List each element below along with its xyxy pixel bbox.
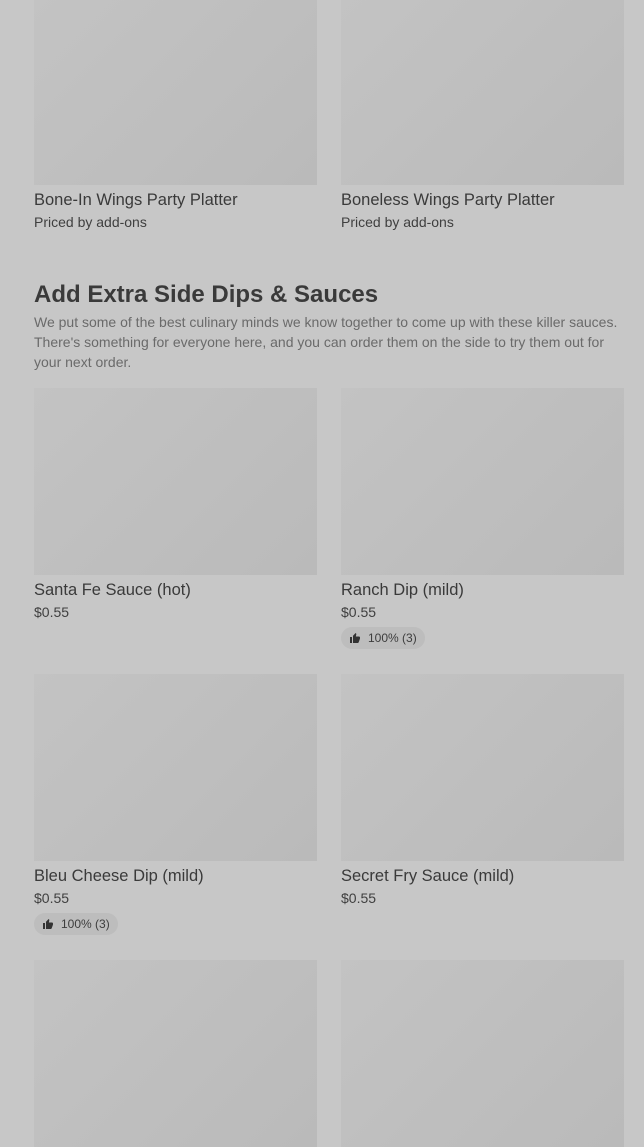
item-image [34,960,317,1147]
rating-text: 100% (3) [61,917,110,931]
platters-grid: Bone-In Wings Party Platter Priced by ad… [34,0,624,231]
menu-items-grid: Bleu Cheese Dip (mild) $0.55 100% (3) Se… [34,674,624,935]
thumbs-up-icon [43,919,53,929]
item-name: Bone-In Wings Party Platter [34,191,238,209]
menu-items-grid: Santa Fe Sauce (hot) $0.55 Ranch Dip (mi… [34,388,624,649]
menu-item-card[interactable]: Ranch Dip (mild) $0.55 100% (3) [341,388,624,649]
item-price: $0.55 [341,604,377,620]
rating-badge: 100% (3) [341,627,425,649]
menu-item-card[interactable]: Bleu Cheese Dip (mild) $0.55 100% (3) [34,674,317,935]
menu-items-grid [34,960,624,1147]
item-image [34,388,317,575]
menu-item-card[interactable]: Bone-In Wings Party Platter Priced by ad… [34,0,317,231]
section-description: We put some of the best culinary minds w… [34,314,618,370]
item-name: Bleu Cheese Dip (mild) [34,867,204,885]
item-image [341,960,624,1147]
item-image [341,0,624,185]
item-price: $0.55 [34,890,70,906]
section-title: Add Extra Side Dips & Sauces [34,281,379,308]
item-image [34,0,317,185]
menu-item-card[interactable] [34,960,317,1147]
menu-item-card[interactable]: Boneless Wings Party Platter Priced by a… [341,0,624,231]
item-name: Ranch Dip (mild) [341,581,464,599]
item-price: Priced by add-ons [341,214,454,230]
rating-text: 100% (3) [368,631,417,645]
item-name: Boneless Wings Party Platter [341,191,555,209]
item-price: Priced by add-ons [34,214,147,230]
menu-item-card[interactable] [341,960,624,1147]
item-image [34,674,317,861]
item-price: $0.55 [341,890,377,906]
item-image [341,674,624,861]
rating-badge: 100% (3) [34,913,118,935]
item-image [341,388,624,575]
thumbs-up-icon [350,633,360,643]
menu-item-card[interactable]: Santa Fe Sauce (hot) $0.55 [34,388,317,649]
item-name: Secret Fry Sauce (mild) [341,867,515,885]
menu-item-card[interactable]: Secret Fry Sauce (mild) $0.55 [341,674,624,935]
item-name: Santa Fe Sauce (hot) [34,581,191,599]
item-price: $0.55 [34,604,70,620]
